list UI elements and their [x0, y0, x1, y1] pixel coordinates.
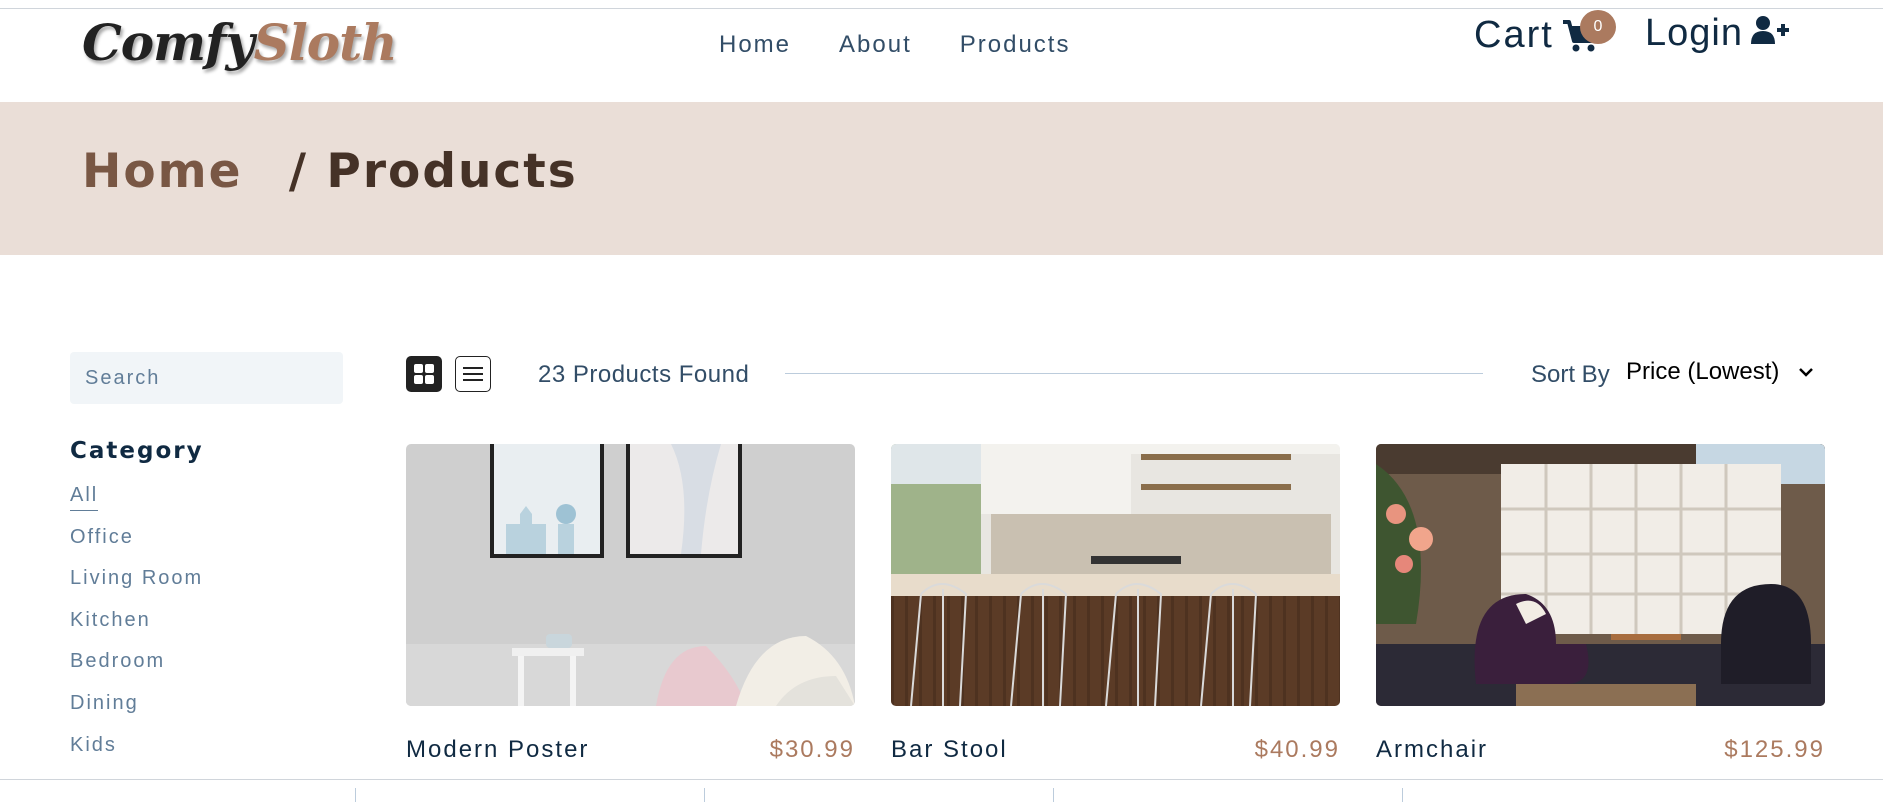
brand-logo-part2: Sloth: [253, 13, 398, 72]
search-input[interactable]: [70, 352, 343, 404]
product-name: Bar Stool: [891, 736, 1008, 763]
product-card[interactable]: Armchair $125.99: [1376, 444, 1825, 764]
product-info: Modern Poster $30.99: [406, 736, 855, 764]
category-kitchen[interactable]: Kitchen: [70, 607, 203, 649]
page-hero: Home / Products: [0, 102, 1883, 255]
product-price: $125.99: [1724, 736, 1825, 763]
product-card[interactable]: Bar Stool $40.99: [891, 444, 1340, 764]
breadcrumb-current: Products: [326, 144, 578, 199]
login-label: Login: [1645, 12, 1743, 54]
sort-label: Sort By: [1531, 361, 1610, 388]
category-all[interactable]: All: [70, 482, 203, 524]
list-view-button[interactable]: [455, 356, 491, 392]
login-button[interactable]: Login: [1645, 12, 1789, 55]
grid-view-button[interactable]: [406, 356, 442, 392]
sort-selected-value: Price (Lowest): [1626, 358, 1780, 385]
chevron-down-icon: [1799, 368, 1814, 377]
category-kids[interactable]: Kids: [70, 732, 203, 774]
product-name: Armchair: [1376, 736, 1489, 763]
product-name: Modern Poster: [406, 736, 590, 763]
category-dining[interactable]: Dining: [70, 690, 203, 732]
product-image-modern-poster[interactable]: [406, 444, 855, 706]
column-divider: [1402, 788, 1403, 802]
category-living-room[interactable]: Living Room: [70, 565, 203, 607]
grid-icon: [414, 364, 434, 384]
list-icon: [463, 367, 483, 381]
category-list: All Office Living Room Kitchen Bedroom D…: [70, 482, 203, 773]
product-image-armchair[interactable]: [1376, 444, 1825, 706]
breadcrumb-home-link[interactable]: Home: [82, 144, 242, 199]
sort-select[interactable]: Price (Lowest): [1626, 358, 1814, 386]
product-image-bar-stool[interactable]: [891, 444, 1340, 706]
nav-link-home[interactable]: Home: [719, 31, 791, 59]
toolbar-divider: [785, 373, 1483, 374]
breadcrumb-separator: /: [288, 144, 309, 199]
bottom-row-edge: [0, 779, 1883, 802]
category-title: Category: [70, 438, 204, 464]
product-info: Armchair $125.99: [1376, 736, 1825, 764]
column-divider: [704, 788, 705, 802]
breadcrumb: Home / Products: [82, 144, 578, 199]
brand-logo[interactable]: ComfySloth: [82, 13, 398, 72]
brand-logo-part1: Comfy: [82, 13, 255, 72]
products-found-count: 23 Products Found: [538, 361, 750, 388]
nav-link-products[interactable]: Products: [960, 31, 1071, 59]
nav-link-about[interactable]: About: [839, 31, 912, 59]
cart-label: Cart: [1474, 14, 1554, 56]
product-price: $30.99: [769, 736, 855, 763]
category-office[interactable]: Office: [70, 524, 203, 566]
category-bedroom[interactable]: Bedroom: [70, 648, 203, 690]
cart-count-badge: 0: [1580, 10, 1616, 44]
user-plus-icon: [1743, 12, 1789, 55]
product-card[interactable]: Modern Poster $30.99: [406, 444, 855, 764]
product-price: $40.99: [1254, 736, 1340, 763]
column-divider: [1053, 788, 1054, 802]
nav-links: Home About Products: [719, 31, 1118, 59]
column-divider: [355, 788, 356, 802]
product-info: Bar Stool $40.99: [891, 736, 1340, 764]
